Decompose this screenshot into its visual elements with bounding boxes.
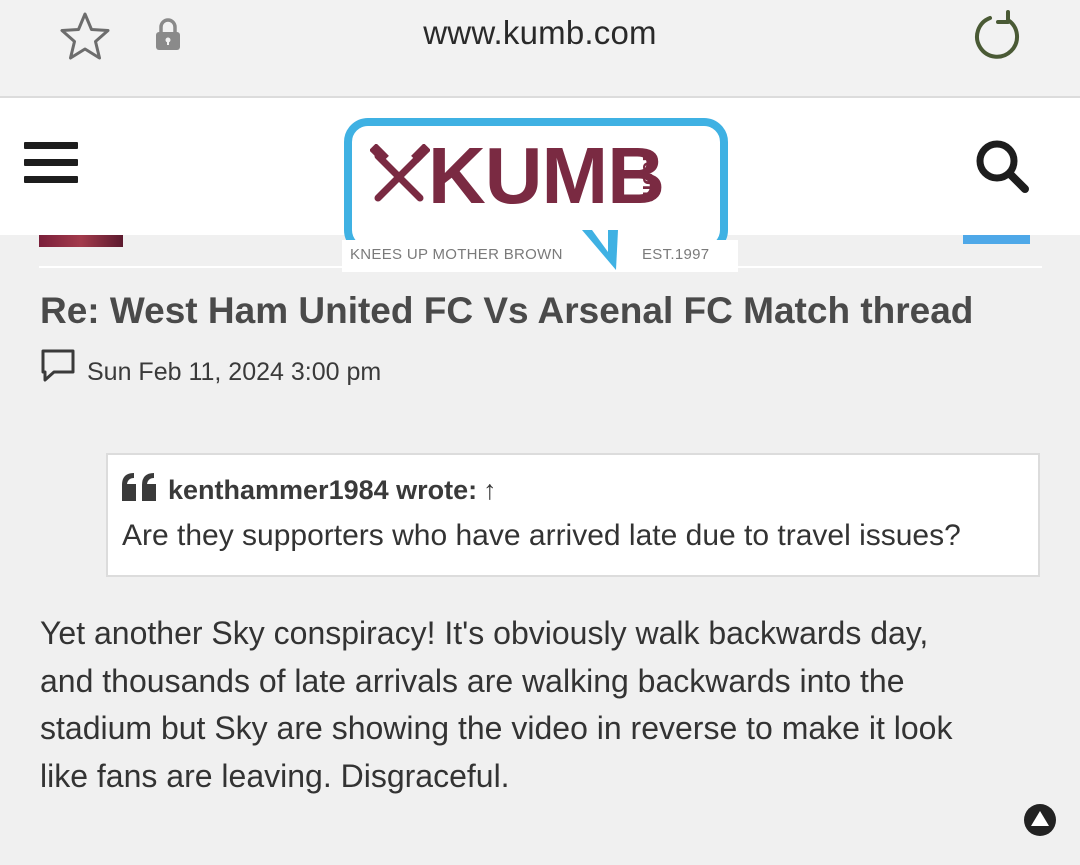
logo-bubble-tail <box>578 230 628 276</box>
post-body-line: Yet another Sky conspiracy! It's obvious… <box>40 615 929 651</box>
menu-icon[interactable] <box>24 142 78 186</box>
reload-icon[interactable] <box>968 8 1024 64</box>
scroll-to-top-icon[interactable] <box>1024 804 1056 836</box>
logo-com: .com <box>638 156 660 203</box>
jump-to-post-arrow[interactable]: ↑ <box>483 475 497 505</box>
quote-icon <box>120 471 160 503</box>
post-body-line: like fans are leaving. Disgraceful. <box>40 757 510 794</box>
crossed-hammers-icon <box>369 143 431 204</box>
logo-tagline-right: EST.1997 <box>642 246 710 263</box>
browser-url-bar: www.kumb.com <box>0 0 1080 98</box>
post-date: Sun Feb 11, 2024 3:00 pm <box>87 358 382 386</box>
quote-author-name: kenthammer1984 wrote: <box>168 475 478 505</box>
post-icon[interactable] <box>40 348 76 384</box>
post-button-fragment[interactable] <box>963 235 1030 244</box>
quote-text: Are they supporters who have arrived lat… <box>122 519 961 552</box>
quote-block: kenthammer1984 wrote: ↑ Are they supporte… <box>106 453 1040 577</box>
search-icon[interactable] <box>972 136 1034 198</box>
avatar[interactable] <box>39 235 123 247</box>
logo-wordmark: KUMB <box>428 131 665 220</box>
post-body-line: stadium but Sky are showing the video in… <box>40 710 953 746</box>
logo-tagline: KNEES UP MOTHER BROWN EST.1997 <box>342 240 738 272</box>
quote-author[interactable]: kenthammer1984 wrote: ↑ <box>168 475 497 506</box>
url-field[interactable]: www.kumb.com <box>0 14 1080 52</box>
post-body: Yet another Sky conspiracy! It's obvious… <box>40 610 1040 800</box>
post-body-line: and thousands of late arrivals are walki… <box>40 662 905 699</box>
logo-tagline-left: KNEES UP MOTHER BROWN <box>350 246 563 263</box>
site-logo[interactable]: KUMB .com KNEES UP MOTHER BROWN EST.1997 <box>342 116 738 274</box>
post-title[interactable]: Re: West Ham United FC Vs Arsenal FC Mat… <box>40 290 973 332</box>
